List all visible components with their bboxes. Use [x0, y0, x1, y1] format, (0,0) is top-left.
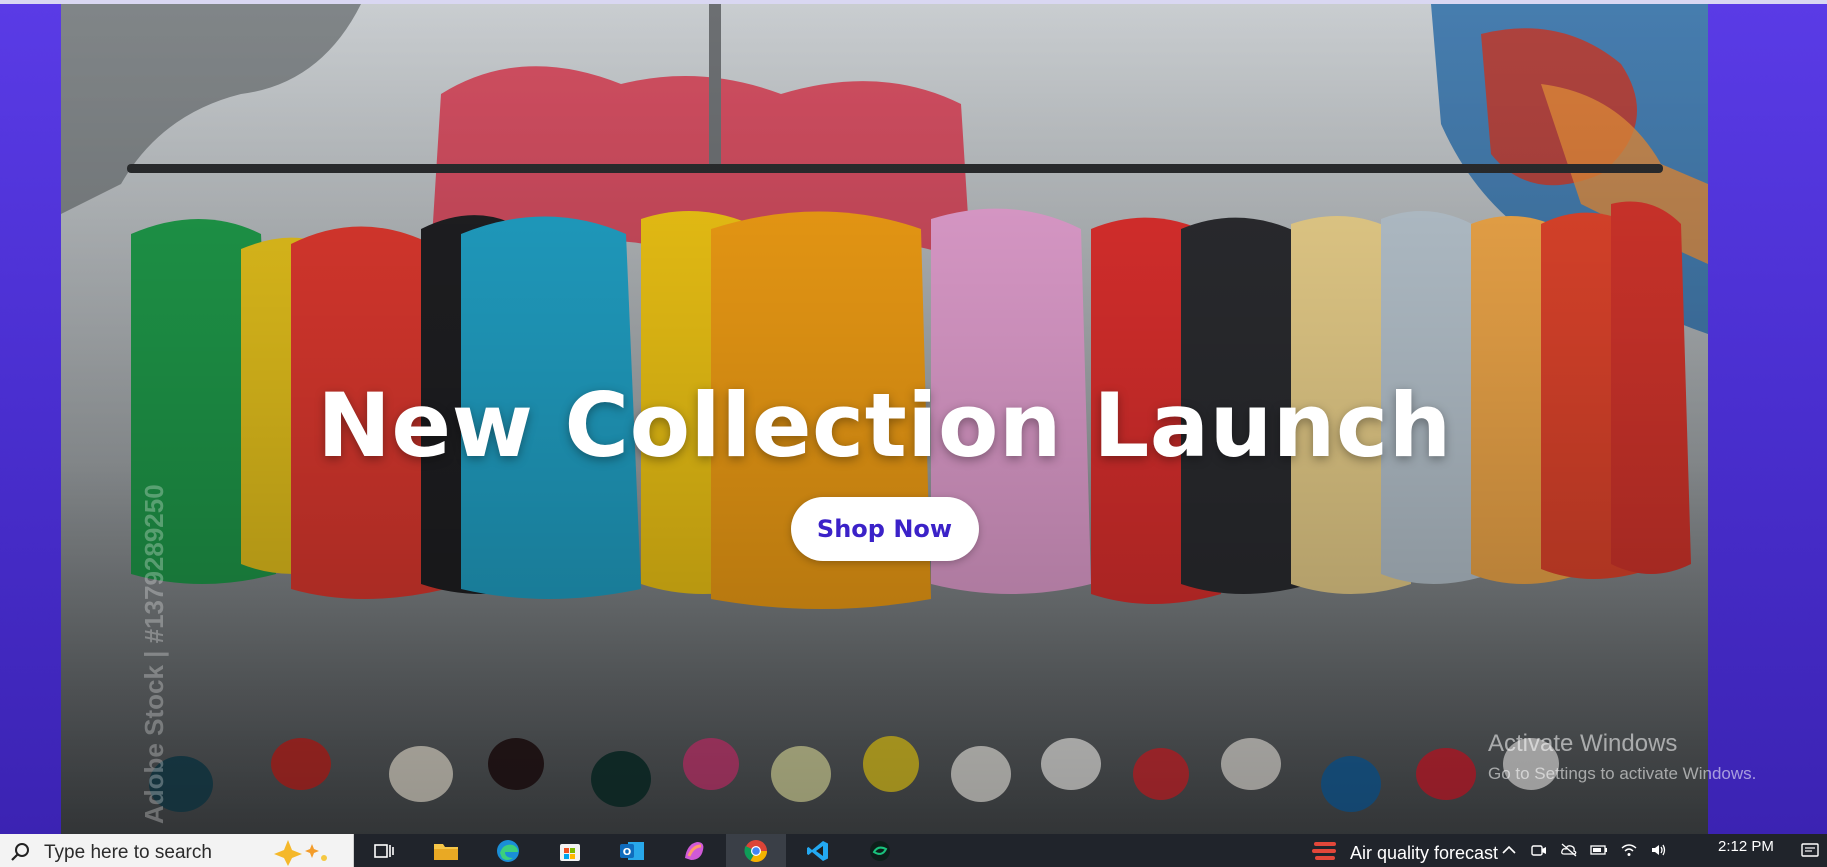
task-view-icon[interactable]: [354, 834, 414, 867]
system-tray: [1500, 842, 1668, 858]
chevron-up-icon[interactable]: [1500, 842, 1518, 858]
copilot-icon[interactable]: [664, 834, 724, 867]
activate-windows-subtext: Go to Settings to activate Windows.: [1488, 764, 1757, 783]
svg-text:O: O: [623, 847, 632, 858]
notifications-icon[interactable]: [1800, 842, 1820, 865]
hero-title: New Collection Launch: [317, 374, 1452, 477]
microsoft-store-icon[interactable]: [540, 834, 600, 867]
activate-windows-heading: Activate Windows: [1488, 730, 1678, 757]
file-explorer-icon[interactable]: [416, 834, 476, 867]
hero-content: New Collection Launch Shop Now: [61, 374, 1708, 561]
taskbar-search[interactable]: Type here to search: [0, 834, 354, 867]
shop-now-button[interactable]: Shop Now: [790, 497, 979, 561]
taskbar: Type here to search O Air quality foreca…: [0, 834, 1827, 867]
air-quality-label[interactable]: Air quality forecast: [1350, 843, 1498, 864]
search-highlight-icon: [270, 836, 334, 867]
battery-icon[interactable]: [1590, 842, 1608, 858]
chatgpt-icon[interactable]: [850, 834, 910, 867]
clock-time[interactable]: 2:12 PM: [1718, 838, 1774, 855]
outlook-icon[interactable]: O: [602, 834, 662, 867]
air-quality-icon[interactable]: [1310, 834, 1340, 867]
meet-now-icon[interactable]: [1530, 842, 1548, 858]
search-placeholder: Type here to search: [44, 842, 212, 863]
hero-banner: Adobe Stock | #1379289250 New Collection…: [61, 4, 1708, 834]
edge-icon[interactable]: [478, 834, 538, 867]
vscode-icon[interactable]: [788, 834, 848, 867]
search-icon: [10, 841, 32, 867]
cloud-off-icon[interactable]: [1560, 842, 1578, 858]
chrome-icon[interactable]: [726, 834, 786, 867]
volume-icon[interactable]: [1650, 842, 1668, 858]
activate-windows-notice: Activate Windows Go to Settings to activ…: [1488, 730, 1756, 784]
wifi-icon[interactable]: [1620, 842, 1638, 858]
